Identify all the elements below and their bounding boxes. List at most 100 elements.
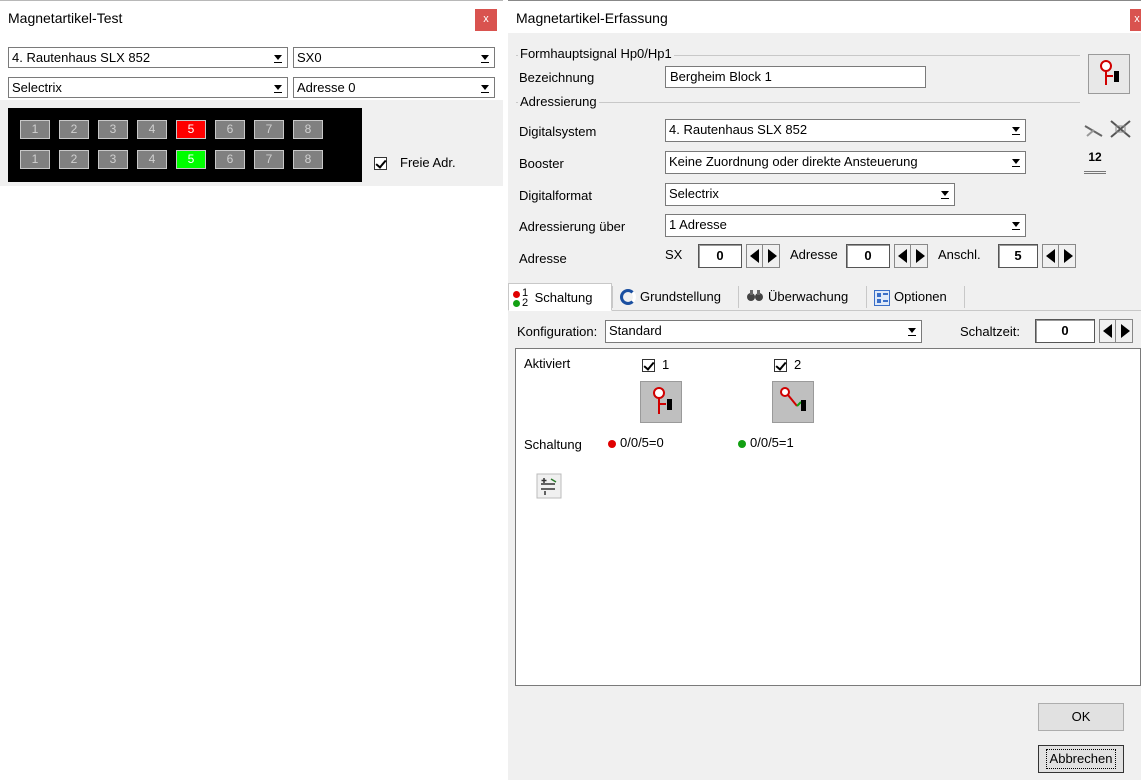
chevron-down-icon[interactable] [477, 48, 494, 67]
booster-label: Booster [519, 156, 564, 171]
signal-icon [1100, 60, 1119, 85]
chevron-down-icon[interactable] [1008, 215, 1025, 234]
tab-schaltung-label: Schaltung [534, 290, 593, 305]
schaltzeit-input[interactable]: 0 [1035, 319, 1095, 343]
tab-optionen[interactable]: Optionen [870, 283, 964, 311]
arrow-left-icon[interactable] [747, 245, 763, 267]
sx-input[interactable]: 0 [698, 244, 742, 268]
switch1-checkbox[interactable] [642, 359, 655, 372]
switch-cell-row1-8[interactable]: 8 [293, 120, 323, 139]
left-address-value: Adresse 0 [297, 80, 356, 95]
switch2-button[interactable] [772, 381, 814, 423]
booster-select[interactable]: Keine Zuordnung oder direkte Ansteuerung [665, 151, 1026, 174]
chevron-down-icon[interactable] [1008, 120, 1025, 139]
red-status-dot [608, 440, 616, 448]
schaltung-content: Aktiviert 1 2 Schaltung 0/0/5=0 0/0/5=1 [515, 348, 1141, 686]
switch-cell-row1-7[interactable]: 7 [254, 120, 284, 139]
aktiviert-label: Aktiviert [524, 356, 571, 371]
adresse-label: Adresse [519, 251, 567, 266]
arrow-right-icon[interactable] [1117, 320, 1133, 342]
left-format-value: Selectrix [12, 80, 62, 95]
chevron-down-icon[interactable] [937, 184, 954, 203]
tab-grundstellung[interactable]: Grundstellung [616, 283, 738, 311]
switch-cell-row2-2[interactable]: 2 [59, 150, 89, 169]
left-address-select[interactable]: Adresse 0 [293, 77, 495, 98]
cancel-button-label: Abbrechen [1045, 749, 1117, 769]
switch-cell-row2-7[interactable]: 7 [254, 150, 284, 169]
signal-type-button[interactable] [1088, 54, 1130, 94]
switch-cell-row1-4[interactable]: 4 [137, 120, 167, 139]
chevron-down-icon[interactable] [477, 78, 494, 97]
schaltzeit-spinner[interactable] [1099, 319, 1133, 343]
chevron-down-icon[interactable] [1008, 152, 1025, 171]
chevron-down-icon[interactable] [270, 48, 287, 67]
add-switching-icon[interactable] [536, 473, 562, 502]
right-close-button[interactable]: x [1130, 9, 1141, 31]
adressierung-value: 1 Adresse [669, 217, 727, 232]
switch-cell-row2-3[interactable]: 3 [98, 150, 128, 169]
arrow-left-icon[interactable] [1100, 320, 1116, 342]
signal-go-icon [780, 387, 806, 411]
tab-separator [866, 286, 867, 308]
switch-cell-row2-4[interactable]: 4 [137, 150, 167, 169]
tab-separator [964, 286, 965, 308]
anschl-spinner[interactable] [1042, 244, 1076, 268]
bezeichnung-label: Bezeichnung [519, 70, 595, 85]
digitalsystem-select[interactable]: 4. Rautenhaus SLX 852 [665, 119, 1026, 142]
chevron-down-icon[interactable] [904, 321, 921, 340]
adresse2-input[interactable]: 0 [846, 244, 890, 268]
arrow-left-icon[interactable] [1043, 245, 1059, 267]
left-close-button[interactable]: x [475, 9, 497, 31]
switch-cell-row2-6[interactable]: 6 [215, 150, 245, 169]
adresse2-spinner[interactable] [894, 244, 928, 268]
chevron-down-icon[interactable] [270, 78, 287, 97]
left-window-title: Magnetartikel-Test [8, 10, 123, 26]
delete-crossed-icon[interactable] [1108, 118, 1134, 143]
address-group-label: Adressierung [518, 94, 599, 109]
schaltzeit-label: Schaltzeit: [960, 324, 1020, 339]
switching-icon: 1 2 [513, 287, 531, 308]
tab-schaltung[interactable]: 1 2 Schaltung [508, 283, 612, 311]
left-sx-select[interactable]: SX0 [293, 47, 495, 68]
schaltung-label: Schaltung [524, 437, 582, 452]
left-format-select[interactable]: Selectrix [8, 77, 288, 98]
arrow-right-icon[interactable] [1060, 245, 1076, 267]
reset-icon [620, 288, 636, 305]
switch-cell-row2-1[interactable]: 1 [20, 150, 50, 169]
switch-cell-row1-1[interactable]: 1 [20, 120, 50, 139]
digitalformat-select[interactable]: Selectrix [665, 183, 955, 206]
free-address-checkbox[interactable] [374, 157, 387, 170]
bezeichnung-input[interactable]: Bergheim Block 1 [665, 66, 926, 88]
booster-value: Keine Zuordnung oder direkte Ansteuerung [669, 154, 918, 169]
switch-cell-row1-2[interactable]: 2 [59, 120, 89, 139]
test-panel: 12345678 12345678 Freie Adr. [0, 100, 503, 186]
right-window-title: Magnetartikel-Erfassung [516, 10, 668, 26]
adressierung-label: Adressierung über [519, 219, 626, 234]
sx-spinner[interactable] [746, 244, 780, 268]
switch-cell-row1-6[interactable]: 6 [215, 120, 245, 139]
switch-cell-row1-5[interactable]: 5 [176, 120, 206, 139]
ok-button[interactable]: OK [1038, 703, 1124, 731]
konfiguration-select[interactable]: Standard [605, 320, 922, 343]
disconnect-icon[interactable] [1082, 120, 1106, 143]
schaltung1-value: 0/0/5=0 [620, 435, 664, 450]
numbering-icon[interactable]: 12 [1084, 150, 1106, 174]
switch-cell-row2-8[interactable]: 8 [293, 150, 323, 169]
arrow-left-icon[interactable] [895, 245, 911, 267]
left-digital-system-select[interactable]: 4. Rautenhaus SLX 852 [8, 47, 288, 68]
left-sx-value: SX0 [297, 50, 322, 65]
adressierung-select[interactable]: 1 Adresse [665, 214, 1026, 237]
cancel-button[interactable]: Abbrechen [1038, 745, 1124, 773]
tab-ueberwachung[interactable]: Überwachung [742, 283, 866, 311]
digitalsystem-value: 4. Rautenhaus SLX 852 [669, 122, 808, 137]
switch-cell-row1-3[interactable]: 3 [98, 120, 128, 139]
switch-cell-row2-5[interactable]: 5 [176, 150, 206, 169]
sx-label: SX [665, 247, 683, 262]
tab-optionen-label: Optionen [894, 289, 947, 304]
switch2-checkbox[interactable] [774, 359, 787, 372]
digitalformat-label: Digitalformat [519, 188, 592, 203]
arrow-right-icon[interactable] [912, 245, 928, 267]
anschl-input[interactable]: 5 [998, 244, 1038, 268]
switch1-button[interactable] [640, 381, 682, 423]
arrow-right-icon[interactable] [764, 245, 780, 267]
